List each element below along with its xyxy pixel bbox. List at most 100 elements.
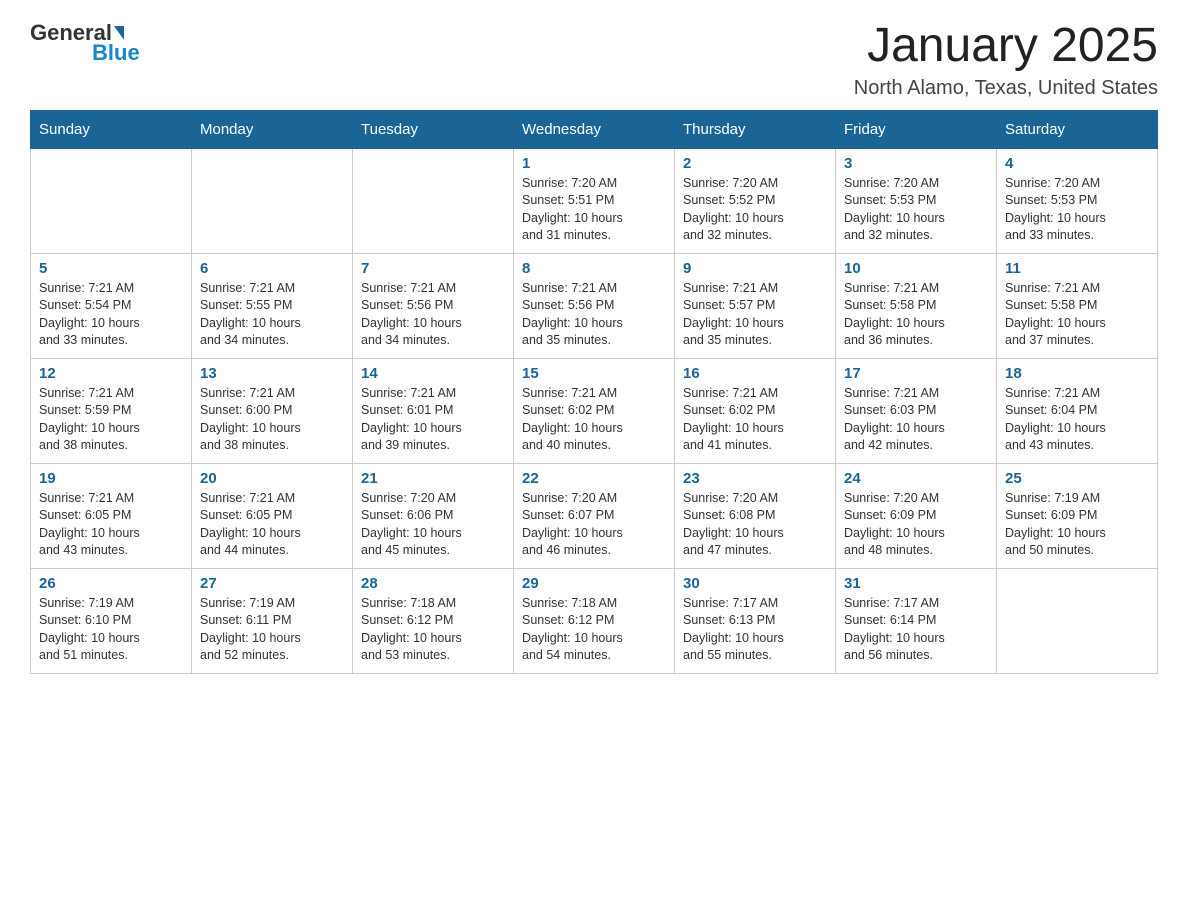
day-number: 19 — [39, 470, 183, 487]
day-number: 30 — [683, 575, 827, 592]
day-number: 18 — [1005, 365, 1149, 382]
day-info: Sunrise: 7:20 AMSunset: 5:52 PMDaylight:… — [683, 175, 827, 245]
day-info: Sunrise: 7:20 AMSunset: 6:06 PMDaylight:… — [361, 490, 505, 560]
calendar-cell — [192, 148, 353, 253]
day-number: 4 — [1005, 155, 1149, 172]
day-info: Sunrise: 7:20 AMSunset: 5:53 PMDaylight:… — [844, 175, 988, 245]
calendar-day-header: Thursday — [675, 110, 836, 148]
calendar-cell: 2 Sunrise: 7:20 AMSunset: 5:52 PMDaylight… — [675, 148, 836, 253]
day-number: 21 — [361, 470, 505, 487]
day-info: Sunrise: 7:20 AMSunset: 6:07 PMDaylight:… — [522, 490, 666, 560]
calendar-day-header: Sunday — [31, 110, 192, 148]
day-info: Sunrise: 7:19 AMSunset: 6:09 PMDaylight:… — [1005, 490, 1149, 560]
day-number: 20 — [200, 470, 344, 487]
logo: General Blue — [30, 20, 140, 66]
day-number: 3 — [844, 155, 988, 172]
day-info: Sunrise: 7:21 AMSunset: 6:05 PMDaylight:… — [200, 490, 344, 560]
location-title: North Alamo, Texas, United States — [854, 77, 1158, 100]
day-info: Sunrise: 7:21 AMSunset: 5:58 PMDaylight:… — [844, 280, 988, 350]
calendar-cell: 20 Sunrise: 7:21 AMSunset: 6:05 PMDayligh… — [192, 463, 353, 568]
day-info: Sunrise: 7:20 AMSunset: 5:51 PMDaylight:… — [522, 175, 666, 245]
day-info: Sunrise: 7:20 AMSunset: 6:08 PMDaylight:… — [683, 490, 827, 560]
day-info: Sunrise: 7:19 AMSunset: 6:10 PMDaylight:… — [39, 595, 183, 665]
calendar-cell: 10 Sunrise: 7:21 AMSunset: 5:58 PMDayligh… — [836, 253, 997, 358]
month-title: January 2025 — [854, 20, 1158, 73]
day-info: Sunrise: 7:21 AMSunset: 6:02 PMDaylight:… — [683, 385, 827, 455]
day-info: Sunrise: 7:18 AMSunset: 6:12 PMDaylight:… — [522, 595, 666, 665]
day-info: Sunrise: 7:21 AMSunset: 5:57 PMDaylight:… — [683, 280, 827, 350]
day-number: 17 — [844, 365, 988, 382]
calendar-cell: 8 Sunrise: 7:21 AMSunset: 5:56 PMDaylight… — [514, 253, 675, 358]
calendar-day-header: Monday — [192, 110, 353, 148]
calendar-cell: 19 Sunrise: 7:21 AMSunset: 6:05 PMDayligh… — [31, 463, 192, 568]
day-number: 26 — [39, 575, 183, 592]
day-info: Sunrise: 7:21 AMSunset: 6:05 PMDaylight:… — [39, 490, 183, 560]
calendar-week-row: 12 Sunrise: 7:21 AMSunset: 5:59 PMDayligh… — [31, 358, 1158, 463]
day-number: 13 — [200, 365, 344, 382]
day-number: 25 — [1005, 470, 1149, 487]
calendar-day-header: Saturday — [997, 110, 1158, 148]
day-number: 24 — [844, 470, 988, 487]
day-info: Sunrise: 7:21 AMSunset: 5:56 PMDaylight:… — [522, 280, 666, 350]
day-number: 2 — [683, 155, 827, 172]
calendar-cell: 23 Sunrise: 7:20 AMSunset: 6:08 PMDayligh… — [675, 463, 836, 568]
calendar-header-row: SundayMondayTuesdayWednesdayThursdayFrid… — [31, 110, 1158, 148]
calendar-cell: 31 Sunrise: 7:17 AMSunset: 6:14 PMDayligh… — [836, 568, 997, 673]
calendar-table: SundayMondayTuesdayWednesdayThursdayFrid… — [30, 110, 1158, 674]
calendar-day-header: Friday — [836, 110, 997, 148]
day-number: 29 — [522, 575, 666, 592]
day-info: Sunrise: 7:21 AMSunset: 5:58 PMDaylight:… — [1005, 280, 1149, 350]
calendar-cell: 13 Sunrise: 7:21 AMSunset: 6:00 PMDayligh… — [192, 358, 353, 463]
day-info: Sunrise: 7:21 AMSunset: 5:59 PMDaylight:… — [39, 385, 183, 455]
day-number: 23 — [683, 470, 827, 487]
calendar-cell — [997, 568, 1158, 673]
calendar-cell: 5Sunrise: 7:21 AMSunset: 5:54 PMDaylight… — [31, 253, 192, 358]
calendar-cell: 16Sunrise: 7:21 AMSunset: 6:02 PMDayligh… — [675, 358, 836, 463]
calendar-cell: 11Sunrise: 7:21 AMSunset: 5:58 PMDayligh… — [997, 253, 1158, 358]
day-info: Sunrise: 7:21 AMSunset: 6:04 PMDaylight:… — [1005, 385, 1149, 455]
calendar-cell: 1Sunrise: 7:20 AMSunset: 5:51 PMDaylight… — [514, 148, 675, 253]
calendar-cell: 7Sunrise: 7:21 AMSunset: 5:56 PMDaylight… — [353, 253, 514, 358]
day-number: 31 — [844, 575, 988, 592]
day-info: Sunrise: 7:17 AMSunset: 6:13 PMDaylight:… — [683, 595, 827, 665]
calendar-week-row: 5Sunrise: 7:21 AMSunset: 5:54 PMDaylight… — [31, 253, 1158, 358]
day-number: 15 — [522, 365, 666, 382]
calendar-cell: 30 Sunrise: 7:17 AMSunset: 6:13 PMDayligh… — [675, 568, 836, 673]
calendar-cell: 9Sunrise: 7:21 AMSunset: 5:57 PMDaylight… — [675, 253, 836, 358]
day-info: Sunrise: 7:21 AMSunset: 5:55 PMDaylight:… — [200, 280, 344, 350]
calendar-cell: 17 Sunrise: 7:21 AMSunset: 6:03 PMDayligh… — [836, 358, 997, 463]
calendar-cell: 15 Sunrise: 7:21 AMSunset: 6:02 PMDayligh… — [514, 358, 675, 463]
day-info: Sunrise: 7:21 AMSunset: 6:03 PMDaylight:… — [844, 385, 988, 455]
day-number: 27 — [200, 575, 344, 592]
day-info: Sunrise: 7:21 AMSunset: 5:56 PMDaylight:… — [361, 280, 505, 350]
calendar-cell: 24Sunrise: 7:20 AMSunset: 6:09 PMDayligh… — [836, 463, 997, 568]
day-info: Sunrise: 7:21 AMSunset: 6:00 PMDaylight:… — [200, 385, 344, 455]
day-info: Sunrise: 7:21 AMSunset: 6:01 PMDaylight:… — [361, 385, 505, 455]
calendar-day-header: Wednesday — [514, 110, 675, 148]
day-info: Sunrise: 7:17 AMSunset: 6:14 PMDaylight:… — [844, 595, 988, 665]
calendar-week-row: 26 Sunrise: 7:19 AMSunset: 6:10 PMDayligh… — [31, 568, 1158, 673]
day-number: 6 — [200, 260, 344, 277]
day-info: Sunrise: 7:18 AMSunset: 6:12 PMDaylight:… — [361, 595, 505, 665]
calendar-day-header: Tuesday — [353, 110, 514, 148]
day-info: Sunrise: 7:19 AMSunset: 6:11 PMDaylight:… — [200, 595, 344, 665]
calendar-cell: 6 Sunrise: 7:21 AMSunset: 5:55 PMDaylight… — [192, 253, 353, 358]
calendar-cell: 14 Sunrise: 7:21 AMSunset: 6:01 PMDayligh… — [353, 358, 514, 463]
day-info: Sunrise: 7:20 AMSunset: 5:53 PMDaylight:… — [1005, 175, 1149, 245]
title-block: January 2025 North Alamo, Texas, United … — [854, 20, 1158, 100]
day-number: 12 — [39, 365, 183, 382]
day-number: 28 — [361, 575, 505, 592]
day-number: 10 — [844, 260, 988, 277]
calendar-cell: 26 Sunrise: 7:19 AMSunset: 6:10 PMDayligh… — [31, 568, 192, 673]
day-number: 8 — [522, 260, 666, 277]
calendar-cell: 12 Sunrise: 7:21 AMSunset: 5:59 PMDayligh… — [31, 358, 192, 463]
calendar-cell: 29 Sunrise: 7:18 AMSunset: 6:12 PMDayligh… — [514, 568, 675, 673]
calendar-cell — [31, 148, 192, 253]
day-info: Sunrise: 7:21 AMSunset: 6:02 PMDaylight:… — [522, 385, 666, 455]
calendar-cell: 3 Sunrise: 7:20 AMSunset: 5:53 PMDaylight… — [836, 148, 997, 253]
day-number: 14 — [361, 365, 505, 382]
calendar-cell: 21 Sunrise: 7:20 AMSunset: 6:06 PMDayligh… — [353, 463, 514, 568]
calendar-cell: 4 Sunrise: 7:20 AMSunset: 5:53 PMDaylight… — [997, 148, 1158, 253]
calendar-week-row: 1Sunrise: 7:20 AMSunset: 5:51 PMDaylight… — [31, 148, 1158, 253]
day-number: 22 — [522, 470, 666, 487]
